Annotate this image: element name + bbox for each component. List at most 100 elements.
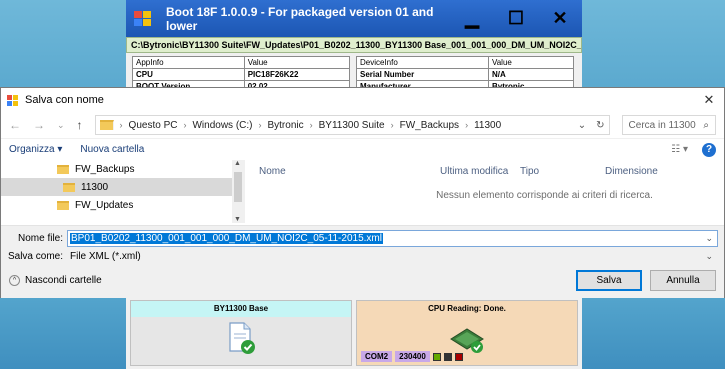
file-name-dropdown-icon[interactable]: ⌄ xyxy=(705,233,717,244)
organize-menu[interactable]: Organizza ▾ xyxy=(9,144,62,155)
tree-item-label: FW_Backups xyxy=(75,163,135,175)
file-name-value: BP01_B0202_11300_001_001_000_DM_UM_NOI2C… xyxy=(70,232,383,244)
dialog-toolbar: Organizza ▾ Nuova cartella ☷ ▾ ? xyxy=(1,138,724,160)
file-name-row: Nome file: BP01_B0202_11300_001_001_000_… xyxy=(1,229,724,247)
column-header-modified[interactable]: Ultima modifica xyxy=(440,166,508,177)
scrollbar-thumb[interactable] xyxy=(234,172,242,202)
save-as-type-dropdown-icon[interactable]: ⌄ xyxy=(705,251,717,262)
cancel-button[interactable]: Annulla xyxy=(650,270,716,291)
column-headers: Nome Ultima modifica Tipo Dimensione xyxy=(245,160,724,182)
help-icon[interactable]: ? xyxy=(702,142,716,157)
save-as-type-label: Salva come: xyxy=(7,250,63,262)
chevron-right-icon: › xyxy=(119,120,123,130)
table-cell: N/A xyxy=(487,68,575,81)
table-row: CPU PIC18F26K22 xyxy=(132,68,351,81)
chip-check-icon xyxy=(450,328,484,353)
search-placeholder: Cerca in 11300 xyxy=(628,119,696,131)
column-header-type[interactable]: Tipo xyxy=(520,166,539,177)
column-header-name[interactable]: Nome xyxy=(259,166,286,177)
search-input[interactable]: Cerca in 11300 ⌕ xyxy=(621,115,716,135)
save-as-type-value: File XML (*.xml) xyxy=(70,250,141,262)
base-pane: BY11300 Base xyxy=(130,300,352,366)
folder-icon xyxy=(99,120,114,130)
table-header-cell: AppInfo xyxy=(132,56,245,69)
breadcrumb-item[interactable]: Bytronic xyxy=(267,120,303,131)
dialog-body: FW_Backups 11300 FW_Updates ▲ ▼ Nome Ult… xyxy=(1,160,724,223)
table-header-cell: Value xyxy=(243,56,351,69)
view-options-icon[interactable]: ☷ ▾ xyxy=(671,144,688,155)
chevron-right-icon: › xyxy=(465,120,469,130)
dialog-buttons: Salva Annulla xyxy=(576,270,716,291)
up-arrow-icon[interactable]: ↑ xyxy=(77,118,83,132)
empty-message: Nessun elemento corrisponde ai criteri d… xyxy=(436,190,653,201)
tree-item-11300[interactable]: 11300 xyxy=(1,178,244,196)
tree-item-fw-updates[interactable]: FW_Updates xyxy=(1,196,244,214)
dialog-footer: ^ Nascondi cartelle Salva Annulla xyxy=(1,263,724,298)
tree-scrollbar[interactable]: ▲ ▼ xyxy=(232,160,244,223)
app-title: Boot 18F 1.0.0.9 - For packaged version … xyxy=(166,4,434,33)
com-settings: COM2 230400 xyxy=(361,351,463,362)
dialog-app-icon xyxy=(7,94,19,106)
cpu-status-title: CPU Reading: Done. xyxy=(357,301,577,317)
cpu-pane: CPU Reading: Done. COM2 230400 xyxy=(356,300,578,366)
dialog-title-bar: Salva con nome ✕ xyxy=(1,88,724,112)
chevron-right-icon: › xyxy=(309,120,313,130)
save-as-type-select[interactable]: File XML (*.xml) ⌄ xyxy=(67,247,718,265)
table-row: Serial Number N/A xyxy=(356,68,575,81)
breadcrumb-item[interactable]: BY11300 Suite xyxy=(319,120,385,131)
app-icon xyxy=(134,10,152,27)
table-cell: PIC18F26K22 xyxy=(243,68,351,81)
tree-item-fw-backups[interactable]: FW_Backups xyxy=(1,160,244,178)
dialog-close-icon[interactable]: ✕ xyxy=(694,92,724,108)
save-button[interactable]: Salva xyxy=(576,270,642,291)
chevron-right-icon: › xyxy=(258,120,262,130)
table-header-cell: DeviceInfo xyxy=(356,56,489,69)
breadcrumb-item[interactable]: Windows (C:) xyxy=(192,120,252,131)
tree-item-label: FW_Updates xyxy=(75,199,134,211)
scroll-down-icon[interactable]: ▼ xyxy=(234,216,241,223)
maximize-button[interactable]: ☐ xyxy=(494,0,538,37)
folder-icon xyxy=(57,164,69,174)
table-cell: Serial Number xyxy=(356,68,489,81)
minimize-button[interactable]: ▁ xyxy=(450,0,494,37)
close-button[interactable]: ✕ xyxy=(538,0,582,37)
tree-item-label: 11300 xyxy=(81,181,109,193)
recent-dropdown-icon[interactable]: ⌄ xyxy=(57,120,65,131)
table-header-cell: Value xyxy=(487,56,575,69)
breadcrumb-item[interactable]: 11300 xyxy=(474,120,501,131)
base-pane-title: BY11300 Base xyxy=(131,301,351,317)
save-as-dialog: Salva con nome ✕ ← → ⌄ ↑ › Questo PC › W… xyxy=(0,87,725,298)
table-cell: CPU xyxy=(132,68,245,81)
app-title-bar: Boot 18F 1.0.0.9 - For packaged version … xyxy=(126,0,582,37)
hide-folders-label: Nascondi cartelle xyxy=(25,275,102,286)
address-dropdown-icon[interactable]: ⌄ xyxy=(578,120,586,131)
file-list: Nome Ultima modifica Tipo Dimensione Nes… xyxy=(245,160,724,223)
column-header-size[interactable]: Dimensione xyxy=(605,166,658,177)
forward-arrow-icon[interactable]: → xyxy=(33,118,45,132)
folder-tree: FW_Backups 11300 FW_Updates ▲ ▼ xyxy=(1,160,245,223)
chevron-right-icon: › xyxy=(390,120,394,130)
new-folder-button[interactable]: Nuova cartella xyxy=(80,144,144,155)
back-arrow-icon[interactable]: ← xyxy=(9,118,21,132)
folder-icon xyxy=(63,182,75,192)
table-header-row: AppInfo Value xyxy=(132,56,351,69)
document-check-icon xyxy=(229,322,255,354)
breadcrumb-item[interactable]: FW_Backups xyxy=(400,120,459,131)
com-port-select[interactable]: COM2 xyxy=(361,351,393,362)
breadcrumb-item[interactable]: Questo PC xyxy=(129,120,178,131)
status-led-icon xyxy=(443,352,452,361)
address-bar[interactable]: › Questo PC › Windows (C:) › Bytronic › … xyxy=(94,115,610,135)
file-name-input[interactable]: BP01_B0202_11300_001_001_000_DM_UM_NOI2C… xyxy=(67,229,718,247)
file-path: C:\Bytronic\BY11300 Suite\FW_Updates\P01… xyxy=(126,37,582,53)
scroll-up-icon[interactable]: ▲ xyxy=(234,160,241,167)
table-header-row: DeviceInfo Value xyxy=(356,56,575,69)
refresh-icon[interactable]: ↻ xyxy=(596,120,604,131)
save-fields: Nome file: BP01_B0202_11300_001_001_000_… xyxy=(1,225,724,265)
search-icon: ⌕ xyxy=(703,119,709,131)
hide-folders-toggle[interactable]: ^ Nascondi cartelle xyxy=(9,275,102,286)
lower-panel: BY11300 Base CPU Reading: Done. COM2 230… xyxy=(126,297,582,369)
folder-icon xyxy=(57,200,69,210)
status-led-icon xyxy=(454,352,463,361)
status-led-icon xyxy=(432,352,441,361)
baud-rate-select[interactable]: 230400 xyxy=(395,351,430,362)
